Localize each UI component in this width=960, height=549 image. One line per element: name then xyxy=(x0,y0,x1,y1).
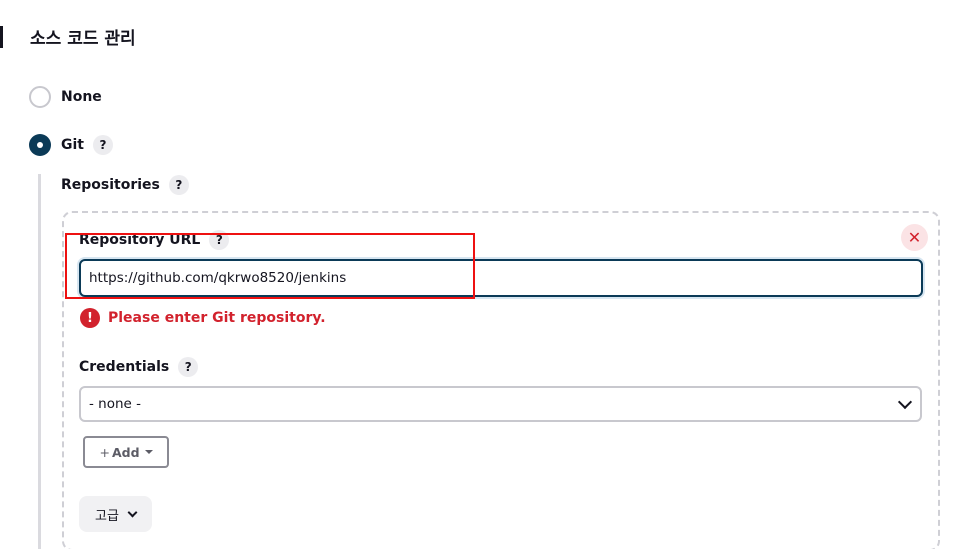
repositories-label-text: Repositories xyxy=(61,177,160,193)
chevron-down-icon xyxy=(897,394,913,409)
repository-url-focus-ring xyxy=(77,257,925,299)
repository-url-error: ! Please enter Git repository. xyxy=(80,308,326,328)
radio-label-none: None xyxy=(61,89,102,105)
error-alert-icon: ! xyxy=(80,308,100,328)
radio-option-git[interactable]: Git ? xyxy=(29,134,113,156)
credentials-label-text: Credentials xyxy=(79,359,170,375)
radio-git[interactable] xyxy=(29,134,51,156)
error-message: Please enter Git repository. xyxy=(108,310,326,326)
repository-url-label-text: Repository URL xyxy=(79,232,201,248)
section-edge-marker xyxy=(0,26,3,48)
advanced-button-label: 고급 xyxy=(95,508,119,524)
credentials-label: Credentials ? xyxy=(79,357,199,377)
remove-repository-close-icon[interactable]: ✕ xyxy=(901,224,928,251)
repositories-help-icon[interactable]: ? xyxy=(168,175,189,195)
add-button-label: Add xyxy=(111,444,140,460)
chevron-down-icon xyxy=(127,507,138,517)
advanced-button[interactable]: 고급 xyxy=(79,496,152,532)
repository-url-help-icon[interactable]: ? xyxy=(209,230,230,250)
repository-url-input[interactable] xyxy=(79,259,923,297)
add-credentials-button[interactable]: + Add xyxy=(83,436,169,468)
radio-none[interactable] xyxy=(29,86,51,108)
credentials-select[interactable]: - none - xyxy=(79,386,922,422)
repositories-label: Repositories ? xyxy=(61,175,189,195)
credentials-selected-value: - none - xyxy=(89,396,142,412)
credentials-help-icon[interactable]: ? xyxy=(178,357,199,377)
git-help-icon[interactable]: ? xyxy=(92,135,113,155)
plus-icon: + xyxy=(99,444,110,460)
radio-option-none[interactable]: None xyxy=(29,86,102,108)
caret-down-icon xyxy=(144,450,153,454)
section-title: 소스 코드 관리 xyxy=(30,29,136,49)
radio-label-git: Git xyxy=(61,137,84,153)
nested-section-rail xyxy=(38,174,41,549)
repository-url-label: Repository URL ? xyxy=(79,230,230,250)
